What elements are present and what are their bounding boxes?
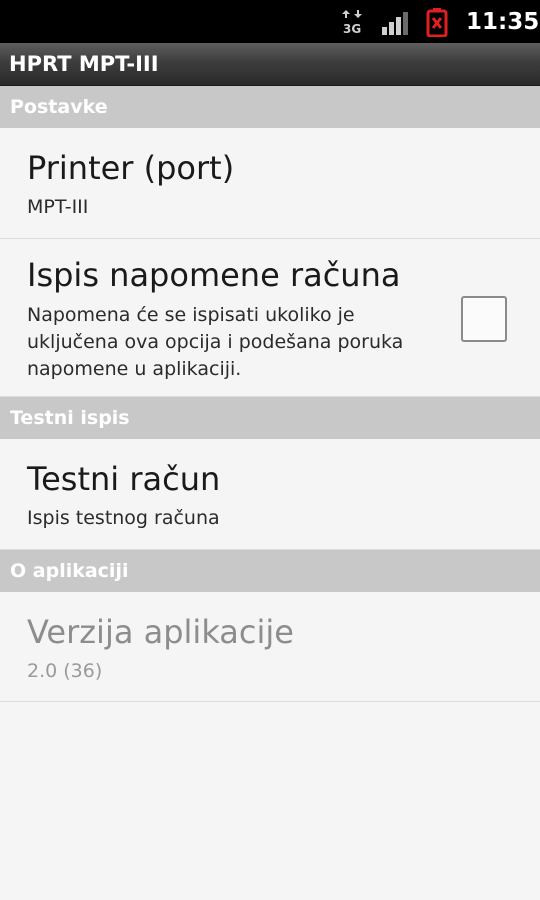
pref-summary: MPT-III [27,196,89,218]
3g-data-icon: 3G [342,10,362,35]
category-o-aplikaciji: O aplikaciji [0,550,540,592]
svg-text:3G: 3G [343,22,361,35]
battery-alert-icon [426,8,448,37]
status-bar: 3G 11:35 [0,0,540,43]
pref-summary: Ispis testnog računa [27,507,220,529]
pref-summary-line: napomene u aplikaciji. [27,358,242,380]
pref-summary-line: uključena ova opcija i podešana poruka [27,331,404,353]
pref-summary-line: Napomena će se ispisati ukoliko je [27,304,355,326]
category-label: Postavke [10,96,108,118]
pref-title: Printer (port) [27,149,235,187]
pref-summary: 2.0 (36) [27,660,103,682]
category-postavke: Postavke [0,86,540,128]
title-bar: HPRT MPT-III [0,43,540,86]
pref-title: Testni račun [27,460,221,498]
pref-note-print[interactable]: Ispis napomene računa Napomena će se isp… [0,239,540,397]
note-checkbox[interactable] [461,296,507,342]
pref-app-version: Verzija aplikacije 2.0 (36) [0,592,540,702]
category-label: Testni ispis [10,407,130,429]
pref-printer-port[interactable]: Printer (port) MPT-III [0,128,540,239]
app-title: HPRT MPT-III [9,52,159,76]
pref-test-receipt[interactable]: Testni račun Ispis testnog računa [0,439,540,550]
category-label: O aplikaciji [10,560,129,582]
status-clock: 11:35 [466,9,540,35]
pref-title: Verzija aplikacije [27,613,294,651]
signal-icon [382,12,408,35]
category-testni-ispis: Testni ispis [0,397,540,439]
pref-title: Ispis napomene računa [27,256,401,294]
